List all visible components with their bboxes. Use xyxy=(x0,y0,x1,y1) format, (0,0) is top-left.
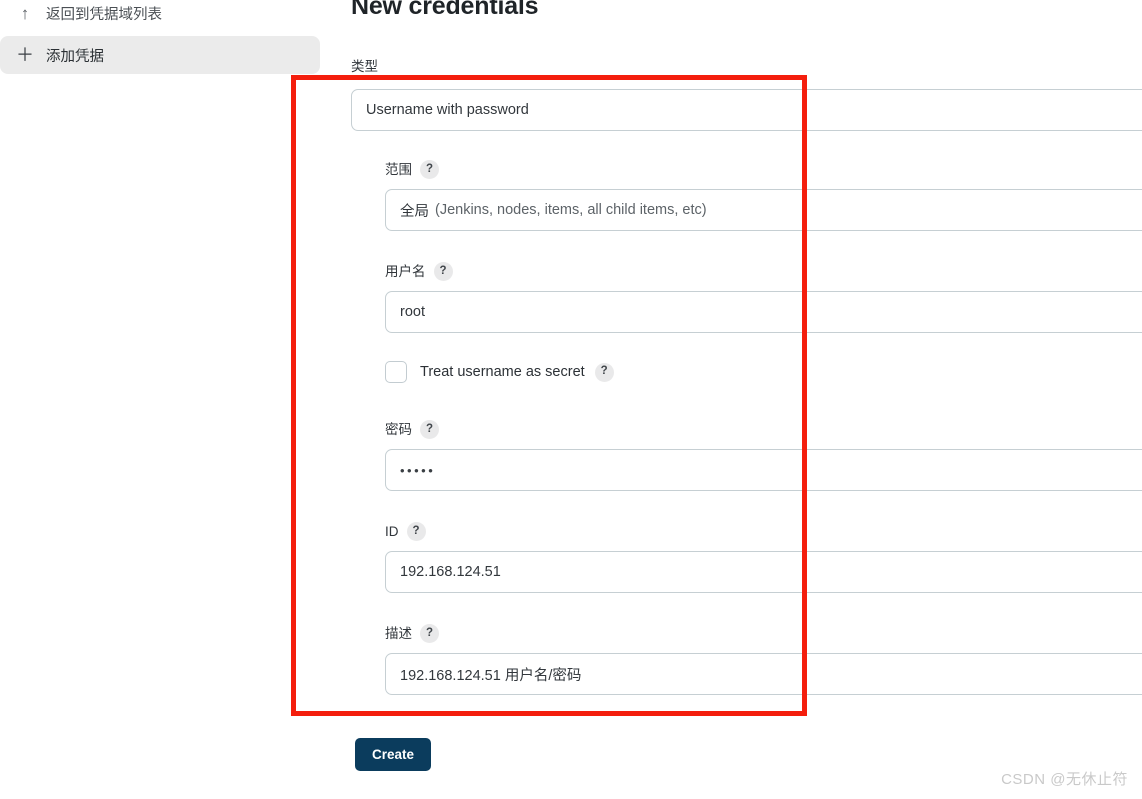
help-icon[interactable]: ? xyxy=(433,262,453,281)
password-field-label: 密码 ? xyxy=(385,420,1142,439)
credential-type-value: Username with password xyxy=(366,102,529,118)
description-input[interactable]: 192.168.124.51 用户名/密码 xyxy=(385,653,1142,695)
scope-select[interactable]: 全局 (Jenkins, nodes, items, all child ite… xyxy=(385,189,1142,231)
id-field-label: ID ? xyxy=(385,522,1142,541)
page-title: New credentials xyxy=(351,0,539,20)
id-value: 192.168.124.51 xyxy=(400,564,501,580)
username-label-text: 用户名 xyxy=(385,263,426,279)
type-label-text: 类型 xyxy=(351,59,378,74)
username-input[interactable]: root xyxy=(385,291,1142,333)
username-field: 用户名 ? root xyxy=(385,262,1142,333)
create-button[interactable]: Create xyxy=(355,738,432,771)
help-icon[interactable]: ? xyxy=(420,160,439,179)
sidebar: ↑ 返回到凭据域列表 ＋ 添加凭据 xyxy=(0,0,330,799)
scope-field-label: 范围 ? xyxy=(385,160,1142,179)
scope-value-primary: 全局 xyxy=(400,203,429,220)
password-field: 密码 ? ••••• xyxy=(385,420,1142,491)
sidebar-item-add-credentials[interactable]: ＋ 添加凭据 xyxy=(0,36,320,74)
id-field: ID ? 192.168.124.51 xyxy=(385,522,1142,593)
help-icon[interactable]: ? xyxy=(594,362,614,382)
description-label-text: 描述 xyxy=(385,625,412,641)
password-label-text: 密码 xyxy=(385,421,412,437)
scope-field: 范围 ? 全局 (Jenkins, nodes, items, all chil… xyxy=(385,160,1142,231)
password-masked-value: ••••• xyxy=(400,462,436,478)
username-field-label: 用户名 ? xyxy=(385,262,1142,281)
treat-username-as-secret-label: Treat username as secret xyxy=(420,364,585,380)
id-input[interactable]: 192.168.124.51 xyxy=(385,551,1142,593)
description-field: 描述 ? 192.168.124.51 用户名/密码 xyxy=(385,624,1142,695)
help-icon[interactable]: ? xyxy=(406,522,426,541)
help-icon[interactable]: ? xyxy=(420,624,439,643)
password-input[interactable]: ••••• xyxy=(385,449,1142,491)
watermark: CSDN @无休止符 xyxy=(1001,771,1128,788)
arrow-up-icon: ↑ xyxy=(20,3,30,23)
username-value: root xyxy=(400,304,425,320)
main-content: New credentials 类型 Username with passwor… xyxy=(351,0,1142,799)
scope-value-secondary: (Jenkins, nodes, items, all child items,… xyxy=(435,202,707,218)
scope-label-text: 范围 xyxy=(385,161,412,177)
description-field-label: 描述 ? xyxy=(385,624,1142,643)
type-field-label: 类型 xyxy=(351,60,378,74)
sidebar-item-label: 添加凭据 xyxy=(46,48,104,65)
plus-icon: ＋ xyxy=(16,45,34,65)
help-icon[interactable]: ? xyxy=(420,420,439,439)
credential-type-select[interactable]: Username with password xyxy=(351,89,1142,131)
treat-username-as-secret-row[interactable]: Treat username as secret ? xyxy=(385,361,614,383)
id-label-text: ID xyxy=(385,523,399,539)
description-value: 192.168.124.51 用户名/密码 xyxy=(400,667,582,684)
treat-username-as-secret-checkbox[interactable] xyxy=(385,361,407,383)
sidebar-item-back-to-credential-domains[interactable]: ↑ 返回到凭据域列表 xyxy=(0,0,320,32)
sidebar-item-label: 返回到凭据域列表 xyxy=(46,6,162,23)
